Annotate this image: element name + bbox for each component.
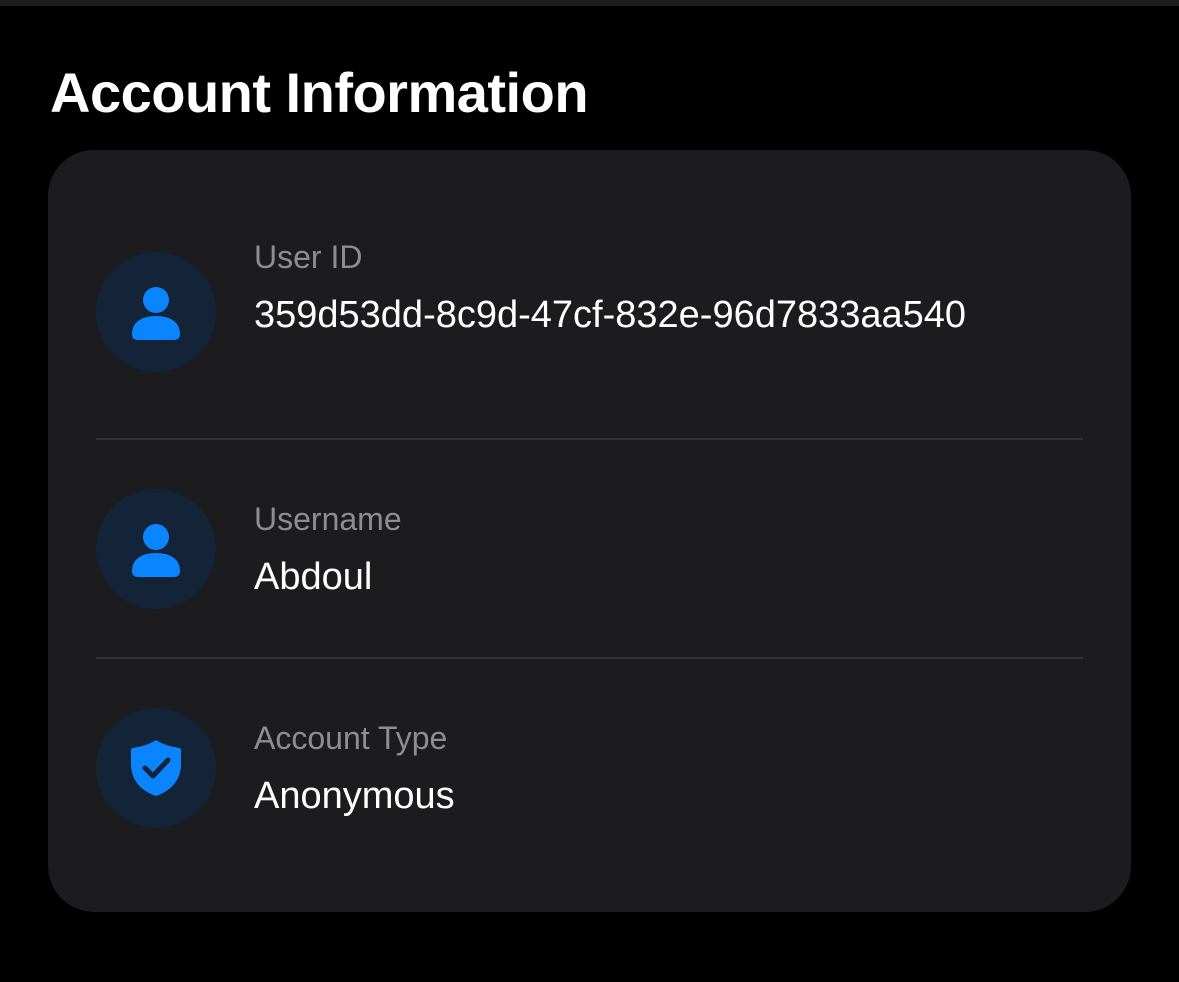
account-type-value: Anonymous — [254, 775, 455, 817]
user-id-row[interactable]: User ID 359d53dd-8c9d-47cf-832e-96d7833a… — [48, 150, 1131, 438]
person-icon — [132, 287, 180, 340]
shield-check-icon — [131, 740, 181, 796]
username-icon-circle — [96, 489, 216, 609]
username-value: Abdoul — [254, 556, 373, 598]
user-id-icon-circle — [96, 252, 216, 372]
user-id-value: 359d53dd-8c9d-47cf-832e-96d7833aa540 — [254, 294, 967, 336]
person-icon — [132, 524, 180, 577]
account-type-icon-circle — [96, 708, 216, 828]
user-id-label: User ID — [254, 239, 363, 275]
username-row[interactable]: Username Abdoul — [48, 440, 1131, 658]
account-type-row[interactable]: Account Type Anonymous — [48, 659, 1131, 912]
account-type-label: Account Type — [254, 720, 448, 756]
section-title: Account Information — [50, 61, 589, 124]
top-bar-edge — [0, 0, 1179, 6]
username-label: Username — [254, 501, 402, 537]
account-info-card: User ID 359d53dd-8c9d-47cf-832e-96d7833a… — [48, 150, 1131, 912]
